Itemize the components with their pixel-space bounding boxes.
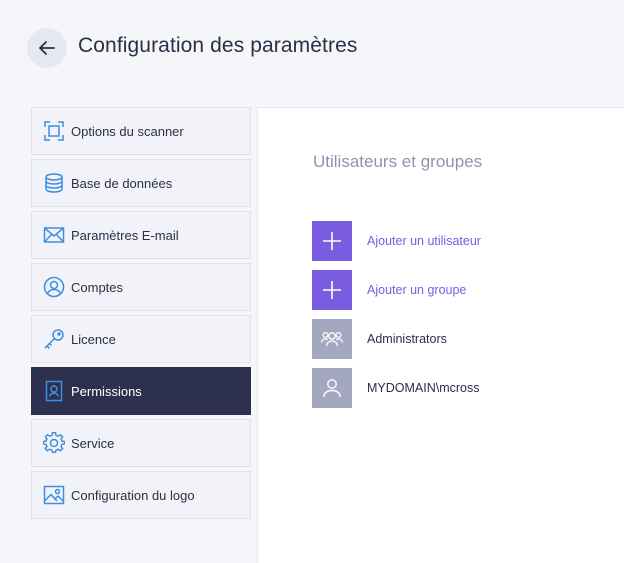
user-icon bbox=[322, 379, 342, 398]
sidebar-item-label: Options du scanner bbox=[71, 123, 184, 139]
group-avatar bbox=[312, 319, 352, 359]
section-title: Utilisateurs et groupes bbox=[313, 152, 483, 171]
list-item[interactable]: MYDOMAIN\mcross bbox=[312, 368, 612, 408]
image-icon bbox=[43, 485, 65, 505]
sidebar-item-label: Service bbox=[71, 435, 115, 451]
user-circle-icon bbox=[43, 276, 65, 298]
sidebar-item-permissions[interactable]: Permissions bbox=[31, 367, 251, 415]
sidebar-item-label: Paramètres E-mail bbox=[71, 227, 179, 243]
add-user-tile[interactable] bbox=[312, 221, 352, 261]
back-button[interactable] bbox=[27, 28, 67, 68]
group-icon bbox=[320, 331, 344, 347]
badge-icon bbox=[45, 380, 63, 402]
users-and-groups-panel: Utilisateurs et groupes Ajouter un utili… bbox=[257, 107, 624, 563]
sidebar-item-license[interactable]: Licence bbox=[31, 315, 251, 363]
scan-frame-icon bbox=[44, 121, 64, 141]
group-name: Administrators bbox=[367, 332, 447, 346]
gear-icon bbox=[43, 432, 65, 454]
arrow-left-icon bbox=[39, 41, 55, 55]
key-icon bbox=[44, 329, 64, 350]
add-group-button[interactable]: Ajouter un groupe bbox=[312, 270, 612, 310]
plus-icon bbox=[323, 281, 341, 299]
add-user-button[interactable]: Ajouter un utilisateur bbox=[312, 221, 612, 261]
envelope-icon bbox=[43, 227, 65, 243]
sidebar-item-label: Permissions bbox=[71, 383, 142, 399]
sidebar-item-service[interactable]: Service bbox=[31, 419, 251, 467]
sidebar-item-email-settings[interactable]: Paramètres E-mail bbox=[31, 211, 251, 259]
sidebar-item-label: Licence bbox=[71, 331, 116, 347]
sidebar-item-label: Base de données bbox=[71, 175, 173, 191]
sidebar-item-scanner-options[interactable]: Options du scanner bbox=[31, 107, 251, 155]
sidebar-item-logo-configuration[interactable]: Configuration du logo bbox=[31, 471, 251, 519]
list-item[interactable]: Administrators bbox=[312, 319, 612, 359]
sidebar-item-database[interactable]: Base de données bbox=[31, 159, 251, 207]
add-group-link[interactable]: Ajouter un groupe bbox=[367, 283, 466, 297]
user-name: MYDOMAIN\mcross bbox=[367, 381, 480, 395]
page-title: Configuration des paramètres bbox=[78, 34, 358, 57]
database-icon bbox=[45, 173, 63, 193]
user-avatar bbox=[312, 368, 352, 408]
plus-icon bbox=[323, 232, 341, 250]
sidebar-item-label: Configuration du logo bbox=[71, 487, 195, 503]
add-user-link[interactable]: Ajouter un utilisateur bbox=[367, 234, 481, 248]
add-group-tile[interactable] bbox=[312, 270, 352, 310]
sidebar-item-accounts[interactable]: Comptes bbox=[31, 263, 251, 311]
header: Configuration des paramètres bbox=[0, 0, 624, 96]
sidebar-item-label: Comptes bbox=[71, 279, 124, 295]
